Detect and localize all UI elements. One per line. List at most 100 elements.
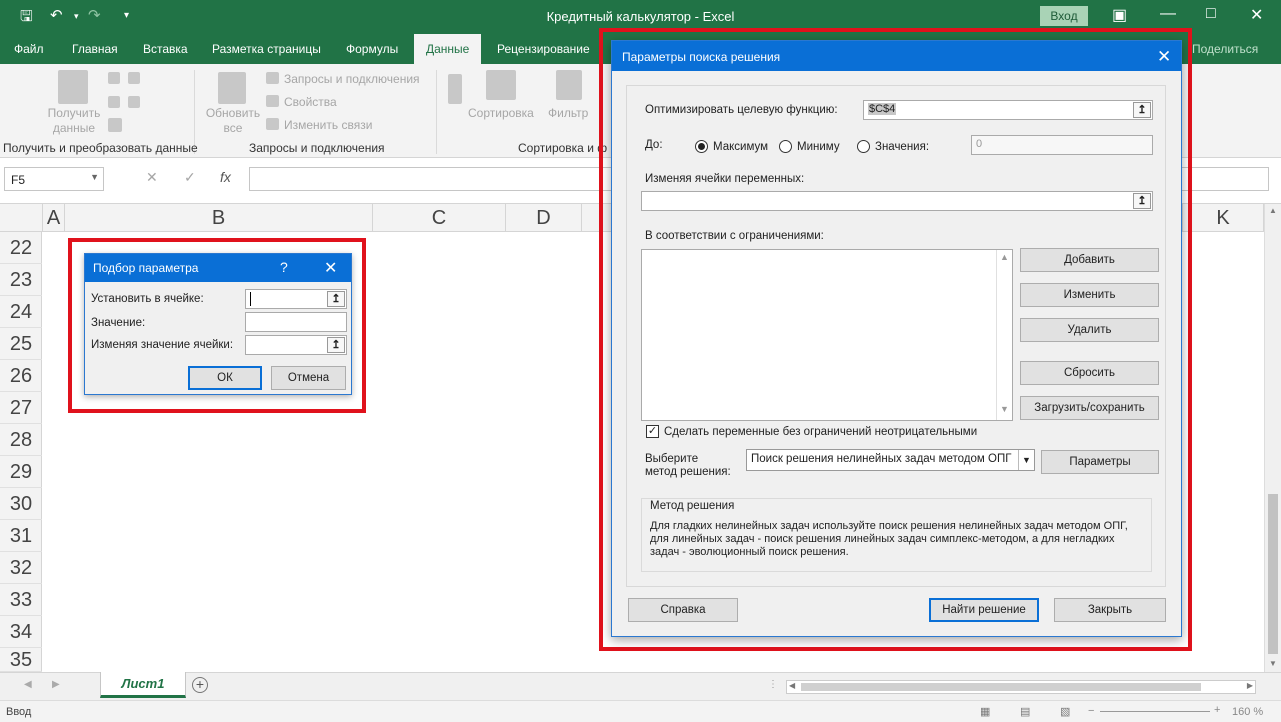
help-icon[interactable]: ? [280,259,288,275]
scroll-left-icon[interactable]: ◀ [789,681,795,690]
tab-file[interactable]: Файл [14,42,44,56]
name-box[interactable]: F5 ▼ [4,167,104,191]
minimize-icon[interactable]: — [1160,5,1176,23]
row-header[interactable]: 24 [0,296,42,328]
tab-review[interactable]: Рецензирование [497,42,590,56]
page-layout-view-icon[interactable]: ▤ [1020,705,1030,718]
column-header[interactable]: A [43,204,65,232]
close-button[interactable]: Закрыть [1054,598,1166,622]
tab-page-layout[interactable]: Разметка страницы [212,42,321,56]
share-button[interactable]: Поделиться [1192,42,1258,56]
row-header[interactable]: 32 [0,552,42,584]
properties-button[interactable]: Свойства [284,95,337,109]
row-header[interactable]: 27 [0,392,42,424]
chevron-down-icon[interactable]: ▼ [90,172,99,182]
row-header[interactable]: 35 [0,648,42,672]
scroll-right-icon[interactable]: ▶ [1247,681,1253,690]
maximize-icon[interactable]: □ [1206,5,1216,23]
changing-cell-input[interactable]: ↥ [245,335,347,355]
min-label[interactable]: Миниму [797,141,840,153]
row-header[interactable]: 23 [0,264,42,296]
max-label[interactable]: Максимум [713,141,768,153]
insert-function-icon[interactable]: fx [220,169,231,185]
confirm-entry-icon[interactable]: ✓ [184,169,196,186]
get-data-button[interactable]: Получить данные [44,106,104,136]
method-select[interactable]: Поиск решения нелинейных задач методом О… [746,449,1035,471]
value-of-radio[interactable] [857,140,870,153]
row-header[interactable]: 34 [0,616,42,648]
column-header[interactable]: B [65,204,373,232]
select-all-corner[interactable] [0,204,43,232]
scroll-up-icon[interactable]: ▲ [1269,206,1277,215]
cancel-entry-icon[interactable]: ✕ [146,169,158,186]
change-button[interactable]: Изменить [1020,283,1159,307]
add-button[interactable]: Добавить [1020,248,1159,272]
horizontal-scrollbar[interactable]: ◀ ▶ [786,680,1256,694]
next-sheet-icon[interactable]: ▶ [52,679,60,690]
nonneg-checkbox[interactable]: ✓ [646,425,659,438]
scroll-down-icon[interactable]: ▼ [1000,404,1009,414]
close-icon[interactable]: ✕ [324,258,337,278]
delete-button[interactable]: Удалить [1020,318,1159,342]
set-cell-input[interactable]: ↥ [245,289,347,309]
value-of-input[interactable]: 0 [971,135,1153,155]
ribbon-options-icon[interactable]: ▣ [1112,5,1127,25]
chevron-down-icon[interactable]: ▼ [1018,450,1034,470]
row-header[interactable]: 31 [0,520,42,552]
horizontal-scroll-thumb[interactable] [801,683,1201,691]
range-picker-icon[interactable]: ↥ [1133,102,1151,118]
column-header[interactable]: C [373,204,506,232]
changing-cells-input[interactable]: ↥ [641,191,1153,211]
more-options-icon[interactable]: ⋮ [768,679,778,690]
solve-button[interactable]: Найти решение [929,598,1039,622]
nonneg-label[interactable]: Сделать переменные без ограничений неотр… [664,426,977,438]
close-icon[interactable]: ✕ [1157,47,1171,67]
row-header[interactable]: 33 [0,584,42,616]
range-picker-icon[interactable]: ↥ [327,337,345,353]
cancel-button[interactable]: Отмена [271,366,346,390]
refresh-all-button[interactable]: Обновить все [202,106,264,136]
sort-button[interactable]: Сортировка [468,106,534,120]
tab-formulas[interactable]: Формулы [346,42,398,56]
column-header[interactable]: D [506,204,582,232]
queries-connections-button[interactable]: Запросы и подключения [284,72,420,86]
help-button[interactable]: Справка [628,598,738,622]
constraints-scrollbar[interactable]: ▲ ▼ [996,250,1012,420]
row-header[interactable]: 28 [0,424,42,456]
sheet-tab[interactable]: Лист1 [100,672,186,698]
vertical-scroll-thumb[interactable] [1268,494,1278,654]
login-button[interactable]: Вход [1040,6,1088,26]
zoom-out-icon[interactable]: − [1088,705,1094,717]
row-header[interactable]: 22 [0,232,42,264]
value-input[interactable] [245,312,347,332]
sort-az-icon[interactable] [448,74,462,104]
tab-home[interactable]: Главная [72,42,118,56]
page-break-view-icon[interactable]: ▧ [1060,705,1070,718]
column-header[interactable]: K [1182,204,1264,232]
add-sheet-icon[interactable]: + [192,677,208,693]
tab-data[interactable]: Данные [414,34,482,64]
row-header[interactable]: 29 [0,456,42,488]
zoom-in-icon[interactable]: + [1214,704,1220,716]
filter-button[interactable]: Фильтр [548,106,588,120]
zoom-slider[interactable] [1100,711,1210,712]
ok-button[interactable]: ОК [188,366,262,390]
scroll-down-icon[interactable]: ▼ [1269,659,1277,668]
min-radio[interactable] [779,140,792,153]
row-header[interactable]: 30 [0,488,42,520]
row-header[interactable]: 26 [0,360,42,392]
row-header[interactable]: 25 [0,328,42,360]
load-save-button[interactable]: Загрузить/сохранить [1020,396,1159,420]
value-of-label[interactable]: Значения: [875,141,929,153]
range-picker-icon[interactable]: ↥ [327,291,345,307]
close-window-icon[interactable]: ✕ [1250,5,1263,25]
zoom-level[interactable]: 160 % [1232,706,1263,718]
objective-input[interactable]: $C$4 ↥ [863,100,1153,120]
options-button[interactable]: Параметры [1041,450,1159,474]
constraints-list[interactable]: ▲ ▼ [641,249,1013,421]
vertical-scrollbar[interactable]: ▲ ▼ [1264,204,1281,672]
range-picker-icon[interactable]: ↥ [1133,193,1151,209]
scroll-up-icon[interactable]: ▲ [1000,252,1009,262]
prev-sheet-icon[interactable]: ◀ [24,679,32,690]
tab-insert[interactable]: Вставка [143,42,188,56]
